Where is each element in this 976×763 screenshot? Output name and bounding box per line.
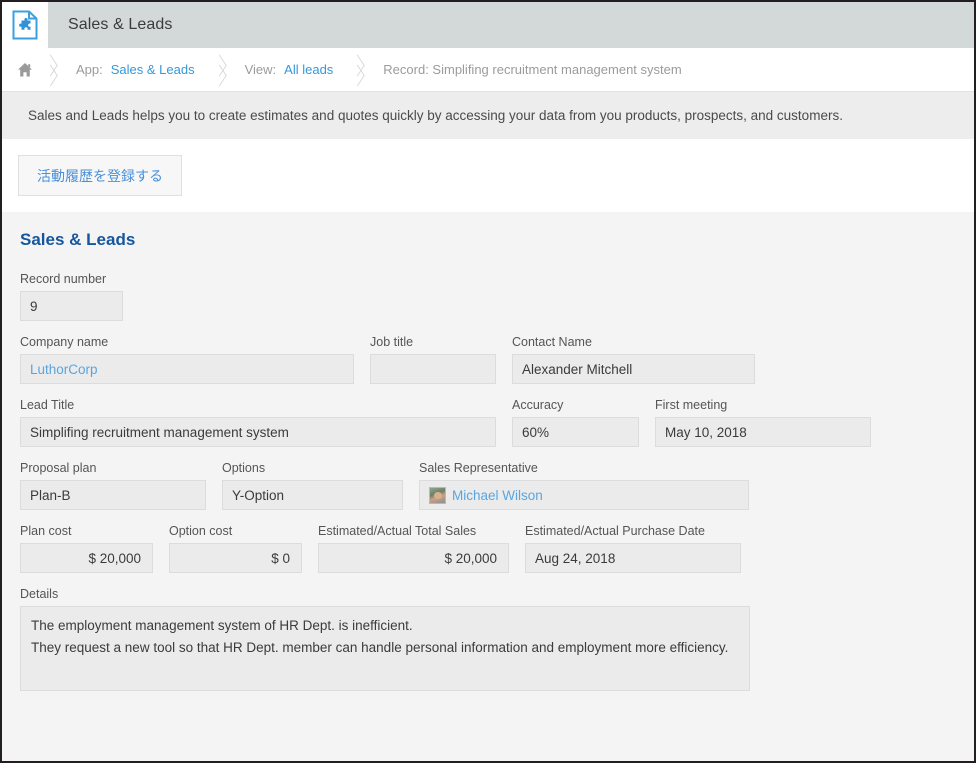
field-label: Estimated/Actual Total Sales [318, 524, 477, 538]
breadcrumb-record-label: Record: Simplifing recruitment managemen… [383, 62, 682, 77]
field-options: Options Y-Option [222, 461, 403, 510]
field-row-record-number: Record number 9 [2, 272, 974, 321]
field-label: Accuracy [512, 398, 564, 412]
field-value[interactable]: 9 [20, 291, 123, 321]
field-label: Options [222, 461, 266, 475]
field-details: Details The employment management system… [2, 587, 974, 691]
field-value[interactable]: Plan-B [20, 480, 206, 510]
breadcrumb-view-link[interactable]: All leads [280, 62, 337, 77]
app-description: Sales and Leads helps you to create esti… [2, 92, 974, 139]
field-value[interactable]: LuthorCorp [20, 354, 354, 384]
field-contact-name: Contact Name Alexander Mitchell [512, 335, 755, 384]
app-window: Sales & Leads App: Sales & Leads View: A… [0, 0, 976, 763]
field-total-sales: Estimated/Actual Total Sales $ 20,000 [318, 524, 509, 573]
user-photo-avatar [429, 486, 446, 504]
field-value[interactable]: The employment management system of HR D… [20, 606, 750, 691]
field-lead-title: Lead Title Simplifing recruitment manage… [20, 398, 496, 447]
field-purchase-date: Estimated/Actual Purchase Date Aug 24, 2… [525, 524, 741, 573]
sales-rep-name[interactable]: Michael Wilson [452, 488, 543, 503]
field-value[interactable]: May 10, 2018 [655, 417, 871, 447]
action-toolbar: 活動履歴を登録する [2, 139, 974, 212]
field-label: Lead Title [20, 398, 75, 412]
field-label: Contact Name [512, 335, 592, 349]
field-job-title: Job title [370, 335, 496, 384]
breadcrumb-separator [347, 48, 369, 92]
field-label: Proposal plan [20, 461, 97, 475]
field-plan-cost: Plan cost $ 20,000 [20, 524, 153, 573]
app-icon[interactable] [2, 2, 48, 48]
field-label: Record number [20, 272, 107, 286]
field-label: First meeting [655, 398, 728, 412]
field-label: Job title [370, 335, 414, 349]
breadcrumb-view-prefix: View: [244, 62, 277, 77]
breadcrumb-home[interactable] [10, 61, 40, 79]
field-value[interactable]: $ 0 [169, 543, 302, 573]
field-value[interactable]: Michael Wilson [419, 480, 749, 510]
app-header: Sales & Leads [2, 2, 974, 48]
breadcrumb-app-link[interactable]: Sales & Leads [107, 62, 199, 77]
breadcrumb-item-view[interactable]: View: All leads [231, 62, 348, 77]
field-label: Estimated/Actual Purchase Date [525, 524, 705, 538]
field-sales-representative: Sales Representative Michael Wilson [419, 461, 749, 510]
field-proposal-plan: Proposal plan Plan-B [20, 461, 206, 510]
breadcrumb-separator [40, 48, 62, 92]
app-title: Sales & Leads [68, 16, 173, 33]
field-row-lead: Lead Title Simplifing recruitment manage… [2, 398, 974, 447]
breadcrumb-item-record: Record: Simplifing recruitment managemen… [369, 62, 695, 77]
field-label: Option cost [169, 524, 233, 538]
field-record-number: Record number 9 [20, 272, 123, 321]
document-puzzle-icon [12, 10, 38, 40]
field-label: Sales Representative [419, 461, 538, 475]
field-value[interactable]: Y-Option [222, 480, 403, 510]
field-value[interactable] [370, 354, 496, 384]
field-company-name: Company name LuthorCorp [20, 335, 354, 384]
field-value[interactable]: Aug 24, 2018 [525, 543, 741, 573]
breadcrumb-app-prefix: App: [76, 62, 103, 77]
breadcrumb-separator [209, 48, 231, 92]
field-first-meeting: First meeting May 10, 2018 [655, 398, 871, 447]
field-label: Plan cost [20, 524, 72, 538]
field-value[interactable]: 60% [512, 417, 639, 447]
field-row-costs: Plan cost $ 20,000 Option cost $ 0 Estim… [2, 524, 974, 573]
field-value[interactable]: $ 20,000 [20, 543, 153, 573]
field-value[interactable]: Alexander Mitchell [512, 354, 755, 384]
field-accuracy: Accuracy 60% [512, 398, 639, 447]
field-label: Company name [20, 335, 109, 349]
breadcrumb-item-app[interactable]: App: Sales & Leads [62, 62, 209, 77]
breadcrumb: App: Sales & Leads View: All leads Recor… [2, 48, 974, 92]
field-value[interactable]: Simplifing recruitment management system [20, 417, 496, 447]
field-row-plan: Proposal plan Plan-B Options Y-Option Sa… [2, 461, 974, 510]
field-option-cost: Option cost $ 0 [169, 524, 302, 573]
register-activity-button[interactable]: 活動履歴を登録する [18, 155, 182, 196]
field-value[interactable]: $ 20,000 [318, 543, 509, 573]
record-form: Sales & Leads Record number 9 Company na… [2, 212, 974, 761]
home-icon [18, 62, 32, 76]
record-form-title: Sales & Leads [20, 230, 136, 249]
field-label: Details [20, 587, 59, 601]
field-row-company: Company name LuthorCorp Job title Contac… [2, 335, 974, 384]
